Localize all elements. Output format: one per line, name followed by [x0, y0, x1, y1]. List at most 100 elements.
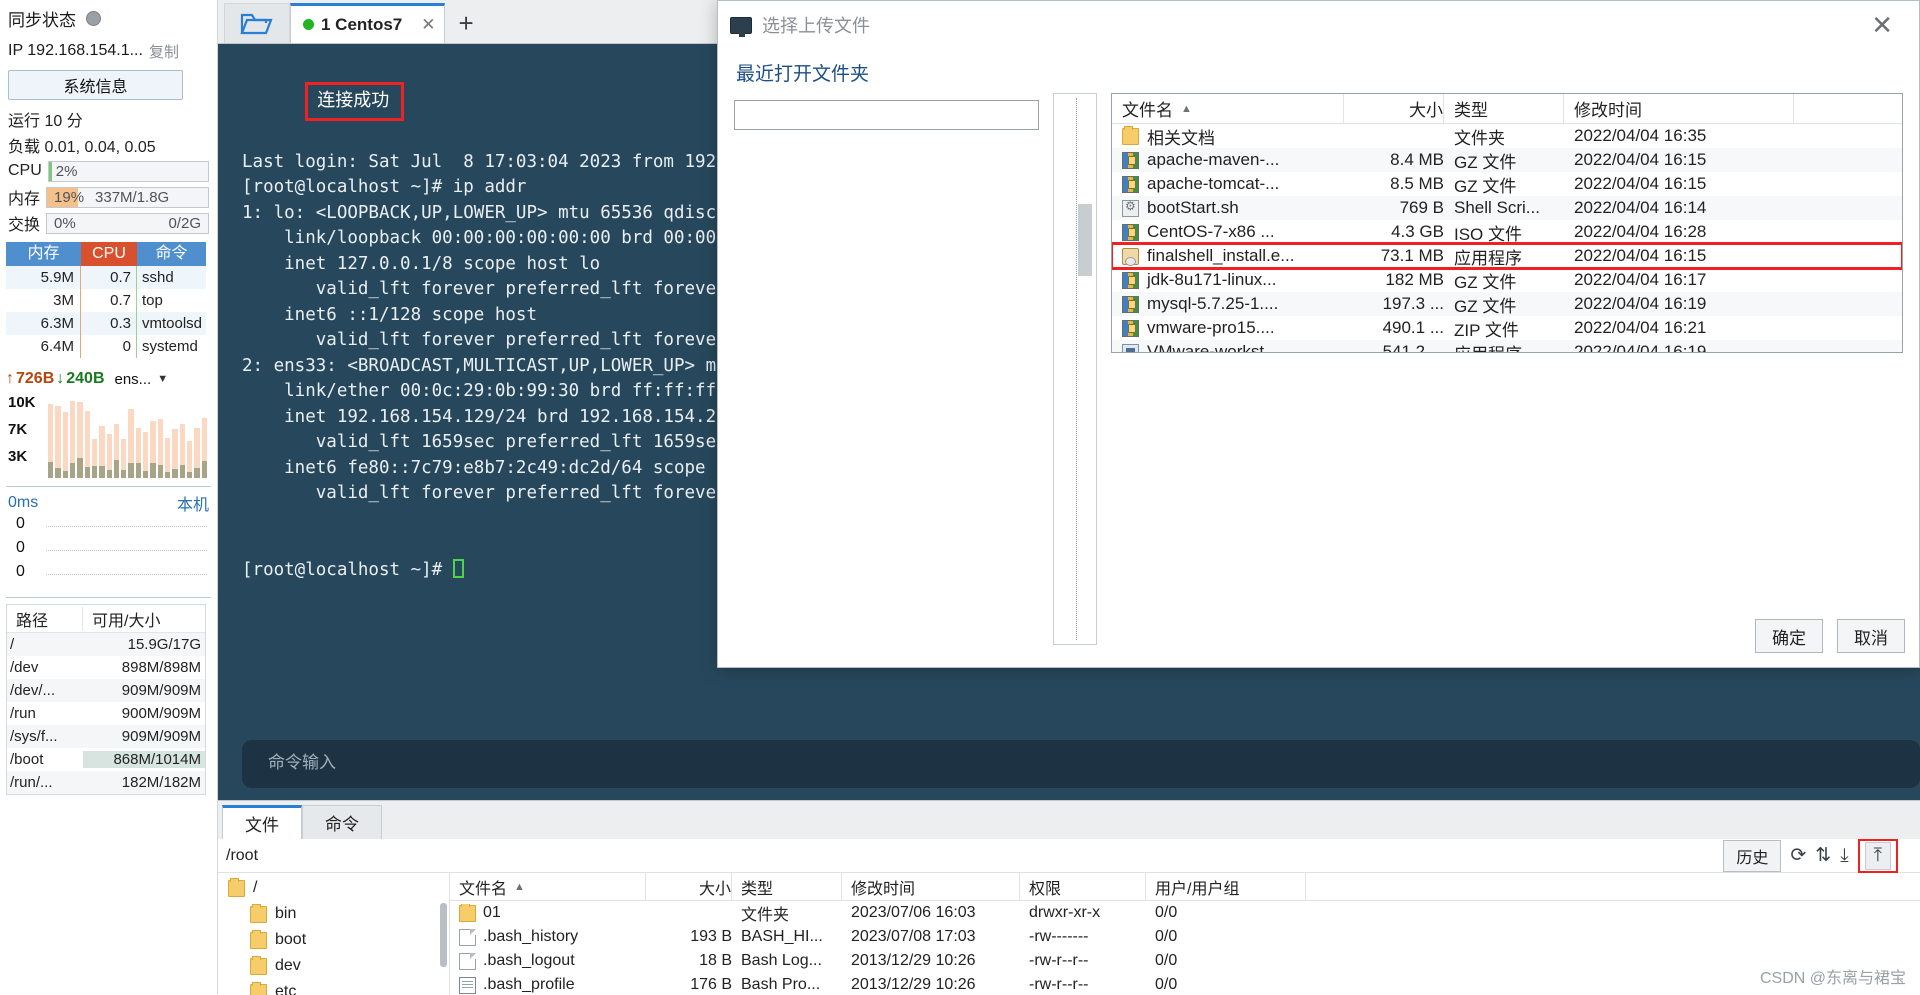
dialog-file-row[interactable]: finalshell_install.e...73.1 MB应用程序2022/0…: [1112, 244, 1902, 268]
net-bar: [121, 439, 126, 478]
tab-files[interactable]: 文件: [222, 805, 302, 839]
net-bar: [128, 409, 133, 478]
tab-commands[interactable]: 命令: [302, 805, 382, 839]
system-info-button[interactable]: 系统信息: [8, 70, 183, 100]
disk-row[interactable]: /run900M/909M: [7, 702, 205, 725]
file-user: 0/0: [1146, 952, 1306, 970]
process-cpu: 0: [81, 335, 137, 358]
process-mem: 6.3M: [6, 312, 81, 335]
server-monitor-panel: 同步状态 IP 192.168.154.1... 复制 系统信息 运行 10 分…: [0, 0, 218, 994]
history-button[interactable]: 历史: [1723, 840, 1781, 872]
tree-node[interactable]: boot: [218, 927, 449, 953]
dialog-file-type: Shell Scri...: [1444, 198, 1564, 218]
close-icon[interactable]: ✕: [421, 15, 435, 35]
disk-table-header: 路径 可用/大小: [7, 605, 205, 633]
net-bar-inbound: [202, 461, 207, 478]
close-icon[interactable]: ✕: [1857, 12, 1907, 38]
table-row[interactable]: .bash_logout18 BBash Log...2013/12/29 10…: [450, 949, 1920, 973]
dialog-file-time: 2022/04/04 16:15: [1564, 150, 1794, 170]
disk-row[interactable]: /15.9G/17G: [7, 633, 205, 656]
dialog-col-header-name[interactable]: 文件名▲: [1112, 94, 1344, 123]
current-path[interactable]: /root: [226, 847, 258, 865]
dialog-file-row[interactable]: VMware-workst...541.2 ...应用程序2022/04/04 …: [1112, 340, 1902, 353]
process-row[interactable]: 6.4M0systemd: [6, 335, 206, 358]
tree-node[interactable]: etc: [218, 979, 449, 995]
disk-header-path[interactable]: 路径: [7, 607, 83, 631]
chevron-down-icon[interactable]: ▼: [157, 373, 168, 385]
col-header-size[interactable]: 大小: [646, 873, 732, 900]
swap-row: 交换 0% 0/2G: [0, 210, 217, 236]
col-header-perm[interactable]: 权限: [1020, 873, 1146, 900]
swap-label: 交换: [8, 211, 40, 235]
ok-button[interactable]: 确定: [1755, 619, 1823, 653]
ping-ytick-1: 0: [16, 539, 25, 557]
dialog-file-row[interactable]: apache-tomcat-...8.5 MBGZ 文件2022/04/04 1…: [1112, 172, 1902, 196]
dialog-file-row[interactable]: bootStart.sh769 BShell Scri...2022/04/04…: [1112, 196, 1902, 220]
dialog-col-header-type[interactable]: 类型: [1444, 94, 1564, 123]
dialog-file-type: GZ 文件: [1444, 172, 1564, 197]
sort-ascending-icon: ▲: [514, 881, 525, 893]
download-icon[interactable]: ⤓: [1840, 845, 1848, 867]
process-header-cmd[interactable]: 命令: [137, 242, 206, 266]
dialog-file-row[interactable]: jdk-8u171-linux...182 MBGZ 文件2022/04/04 …: [1112, 268, 1902, 292]
col-header-name[interactable]: 文件名▲: [450, 873, 646, 900]
disk-row[interactable]: /dev/...909M/909M: [7, 679, 205, 702]
copy-ip-button[interactable]: 复制: [149, 41, 179, 62]
dialog-file-row[interactable]: 相关文档文件夹2022/04/04 16:35: [1112, 124, 1902, 148]
tree-node[interactable]: bin: [218, 901, 449, 927]
table-row[interactable]: .bash_history193 BBASH_HI...2023/07/08 1…: [450, 925, 1920, 949]
process-row[interactable]: 5.9M0.7sshd: [6, 266, 206, 289]
dialog-file-row[interactable]: mysql-5.7.25-1....197.3 ...GZ 文件2022/04/…: [1112, 292, 1902, 316]
dialog-file-list: 文件名▲ 大小 类型 修改时间 相关文档文件夹2022/04/04 16:35a…: [1111, 93, 1903, 353]
disk-row[interactable]: /dev898M/898M: [7, 656, 205, 679]
net-bar-inbound: [107, 470, 112, 478]
process-header-mem[interactable]: 内存: [6, 242, 81, 266]
table-row[interactable]: .bash_profile176 BBash Pro...2013/12/29 …: [450, 973, 1920, 995]
process-table: 内存 CPU 命令 5.9M0.7sshd3M0.7top6.3M0.3vmto…: [6, 242, 206, 358]
process-row[interactable]: 6.3M0.3vmtoolsd: [6, 312, 206, 335]
command-input[interactable]: 命令输入: [242, 740, 1920, 788]
tree-scrollbar[interactable]: [440, 903, 447, 967]
cpu-label: CPU: [8, 162, 42, 180]
upload-button-highlight: ⤒: [1858, 839, 1898, 873]
tree-node[interactable]: /: [218, 875, 449, 901]
process-cpu: 0.7: [81, 266, 137, 289]
col-header-user[interactable]: 用户/用户组: [1146, 873, 1306, 900]
col-header-type[interactable]: 类型: [732, 873, 842, 900]
dialog-file-name-cell: apache-tomcat-...: [1112, 174, 1344, 194]
dialog-col-header-time[interactable]: 修改时间: [1564, 94, 1794, 123]
dialog-file-row[interactable]: apache-maven-...8.4 MBGZ 文件2022/04/04 16…: [1112, 148, 1902, 172]
disk-size: 898M/898M: [83, 659, 205, 676]
session-tab-centos7[interactable]: 1 Centos7 ✕: [290, 3, 445, 43]
new-tab-button[interactable]: +: [445, 8, 488, 43]
disk-row[interactable]: /sys/f...909M/909M: [7, 725, 205, 748]
folder-pane-scrollbar[interactable]: [1078, 204, 1092, 276]
net-ytick-2: 3K: [8, 448, 27, 465]
disk-row[interactable]: /boot868M/1014M: [7, 748, 205, 771]
col-header-time[interactable]: 修改时间: [842, 873, 1020, 900]
dialog-file-row[interactable]: CentOS-7-x86 ...4.3 GBISO 文件2022/04/04 1…: [1112, 220, 1902, 244]
process-row[interactable]: 3M0.7top: [6, 289, 206, 312]
load-label: 负载 0.01, 0.04, 0.05: [8, 133, 156, 157]
table-row[interactable]: 01文件夹2023/07/06 16:03drwxr-xr-x0/0: [450, 901, 1920, 925]
dialog-file-row[interactable]: vmware-pro15....490.1 ...ZIP 文件2022/04/0…: [1112, 316, 1902, 340]
up-down-arrows-icon[interactable]: ⇅: [1815, 844, 1831, 867]
disk-header-size[interactable]: 可用/大小: [83, 607, 205, 631]
disk-path: /dev: [7, 659, 83, 676]
process-header-cpu[interactable]: CPU: [81, 242, 137, 266]
upload-file-dialog: 选择上传文件 ✕ 最近打开文件夹 文件名▲ 大小 类型 修改时间 相关文档文件夹…: [717, 0, 1920, 668]
file-type: 文件夹: [732, 901, 842, 925]
refresh-icon[interactable]: ⟳: [1790, 844, 1806, 867]
disk-row[interactable]: /run/...182M/182M: [7, 771, 205, 794]
folder-icon: [1122, 128, 1139, 145]
upload-icon[interactable]: ⤒: [1865, 842, 1891, 870]
tree-node[interactable]: dev: [218, 953, 449, 979]
folder-scroll-pane: [1053, 93, 1097, 645]
recent-folder-input[interactable]: [734, 100, 1039, 130]
dialog-file-name: 相关文档: [1147, 124, 1215, 149]
folder-icon: [459, 905, 476, 922]
dialog-col-header-size[interactable]: 大小: [1344, 94, 1444, 123]
open-folder-icon[interactable]: [224, 3, 290, 43]
sh-icon: [1122, 200, 1139, 217]
cancel-button[interactable]: 取消: [1837, 619, 1905, 653]
